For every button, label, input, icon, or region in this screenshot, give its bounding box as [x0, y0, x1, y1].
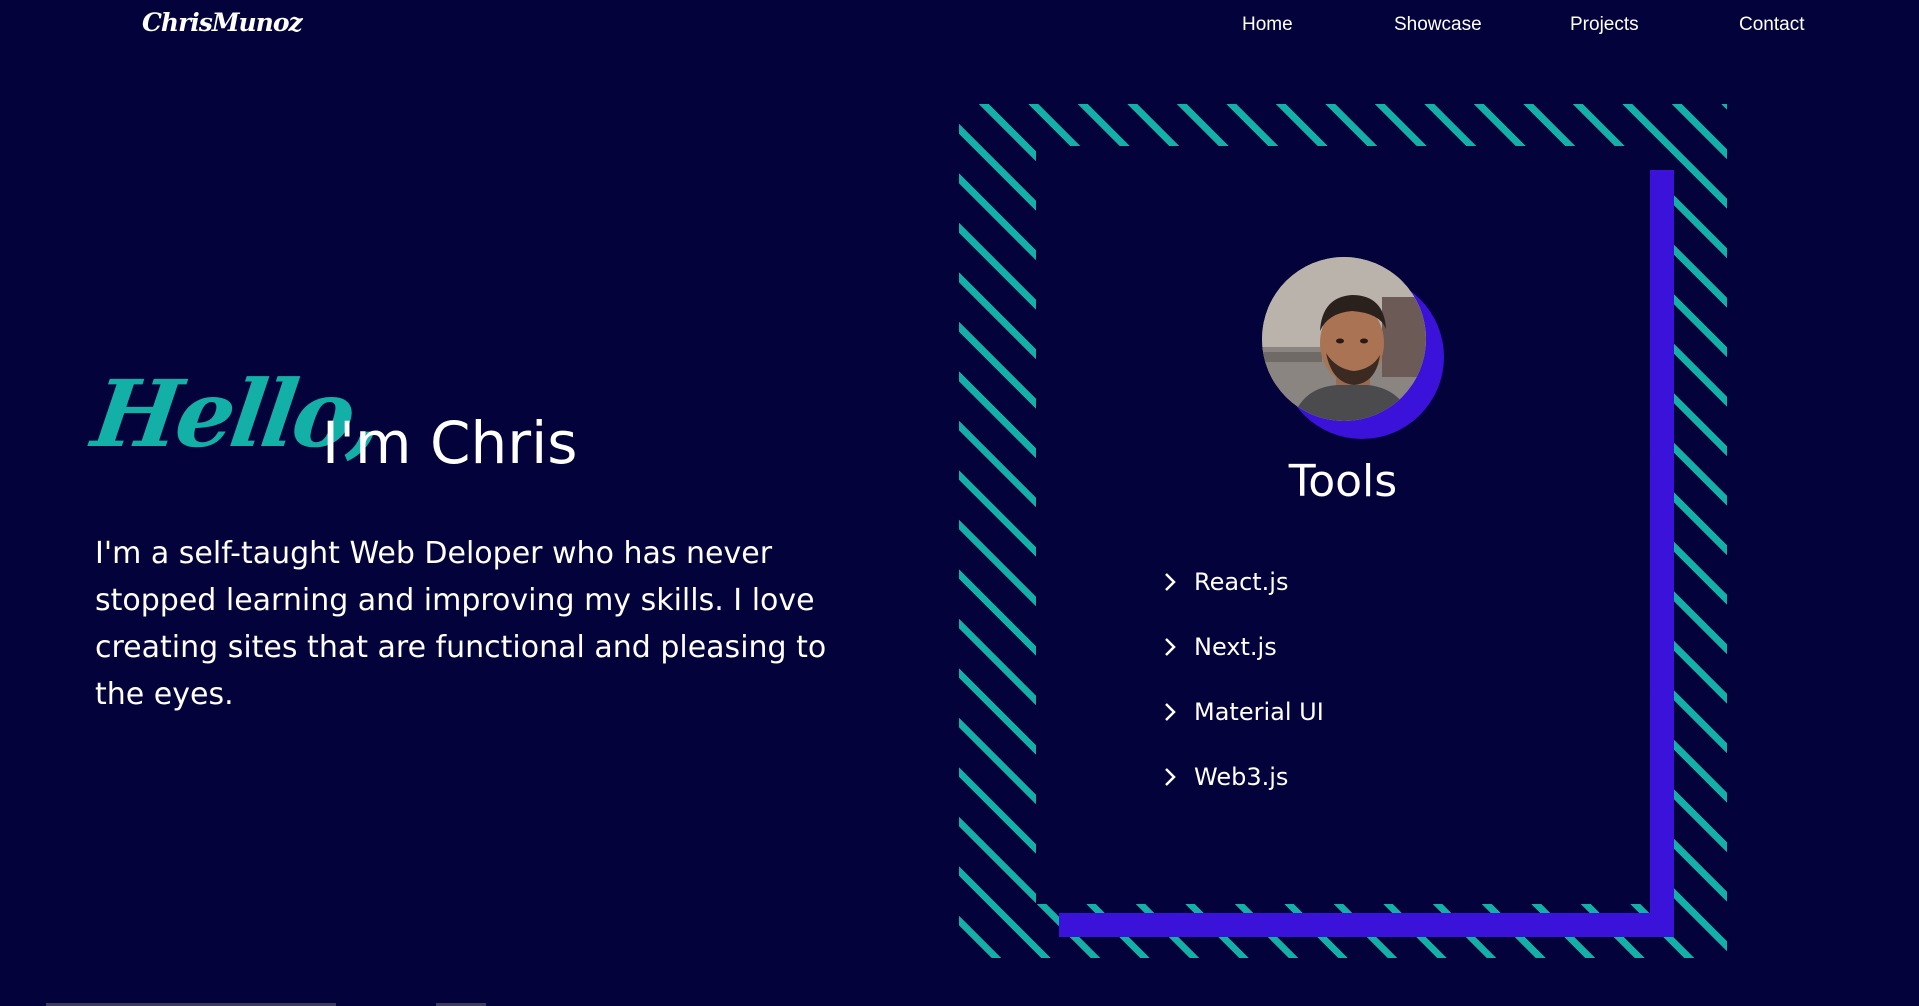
nav-link-showcase[interactable]: Showcase [1394, 14, 1482, 36]
avatar-container [1262, 257, 1444, 439]
chevron-right-icon [1165, 768, 1176, 786]
nav-link-projects[interactable]: Projects [1570, 14, 1639, 36]
tool-label: Web3.js [1194, 763, 1289, 791]
main-nav: Home Showcase Projects Contact [0, 14, 1919, 44]
nav-link-contact[interactable]: Contact [1739, 14, 1804, 36]
tool-label: Next.js [1194, 633, 1277, 661]
chevron-right-icon [1165, 703, 1176, 721]
chevron-right-icon [1165, 573, 1176, 591]
tool-item-material-ui: Material UI [1160, 698, 1324, 763]
hero-heading: Hello, I'm Chris [86, 360, 894, 488]
tool-item-next: Next.js [1160, 633, 1324, 698]
chevron-right-icon [1165, 638, 1176, 656]
avatar [1262, 257, 1426, 421]
tools-heading: Tools [1288, 456, 1398, 507]
tool-item-web3: Web3.js [1160, 763, 1324, 828]
card-shadow-right [1650, 170, 1674, 936]
tool-item-react: React.js [1160, 568, 1324, 633]
tool-label: React.js [1194, 568, 1289, 596]
tools-list: React.js Next.js Material UI Web3.js [1160, 568, 1324, 828]
tool-label: Material UI [1194, 698, 1324, 726]
profile-photo-icon [1262, 257, 1426, 421]
hero-bio: I'm a self-taught Web Deloper who has ne… [95, 536, 827, 712]
nav-link-home[interactable]: Home [1242, 14, 1293, 36]
card-shadow-bottom [1059, 913, 1674, 937]
hero-name: I'm Chris [322, 409, 578, 477]
